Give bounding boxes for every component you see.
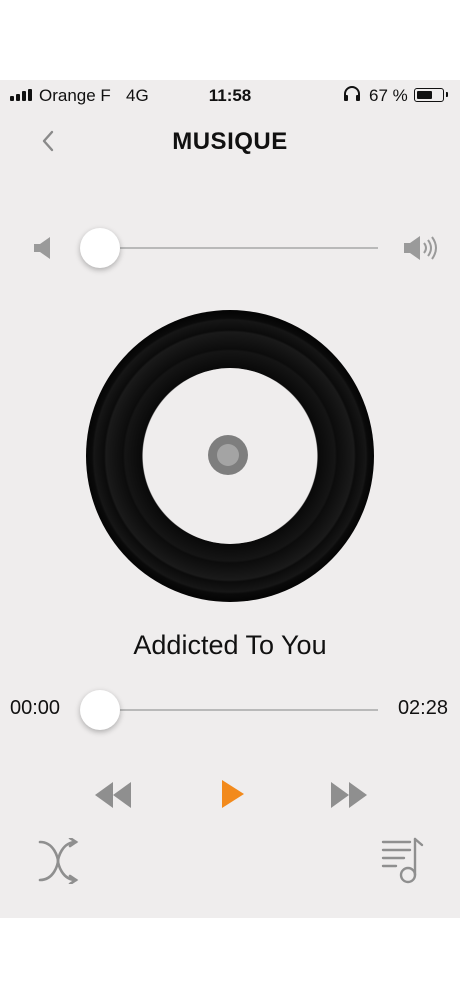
volume-track[interactable] — [100, 247, 378, 249]
progress-slider-thumb[interactable] — [80, 690, 120, 730]
play-icon — [222, 780, 244, 808]
previous-button[interactable] — [94, 780, 132, 810]
volume-slider-thumb[interactable] — [80, 228, 120, 268]
next-button[interactable] — [330, 780, 368, 810]
progress-track[interactable] — [100, 709, 378, 711]
status-bar: Orange F 4G 11:58 67 % — [0, 80, 460, 110]
playlist-button[interactable] — [380, 836, 426, 884]
speaker-high-icon — [404, 236, 437, 260]
shuffle-button[interactable] — [36, 838, 80, 884]
battery-icon — [414, 88, 448, 102]
fast-forward-icon — [331, 782, 367, 808]
rewind-icon — [95, 782, 131, 808]
vinyl-record-icon — [86, 310, 374, 602]
elapsed-time: 00:00 — [10, 697, 61, 719]
total-duration: 02:28 — [397, 697, 448, 719]
playlist-icon — [381, 837, 424, 884]
song-title: Addicted To You — [133, 630, 327, 660]
record-spindle — [208, 435, 248, 475]
headphones-icon — [344, 86, 360, 101]
play-button[interactable] — [220, 778, 246, 810]
shuffle-icon — [38, 838, 79, 884]
speaker-low-icon — [34, 237, 50, 259]
page-title: MUSIQUE — [172, 128, 288, 155]
music-player-screen: Orange F 4G 11:58 67 % MUSIQUE Addicted … — [0, 80, 460, 918]
battery-percent: 67 % — [369, 86, 408, 105]
